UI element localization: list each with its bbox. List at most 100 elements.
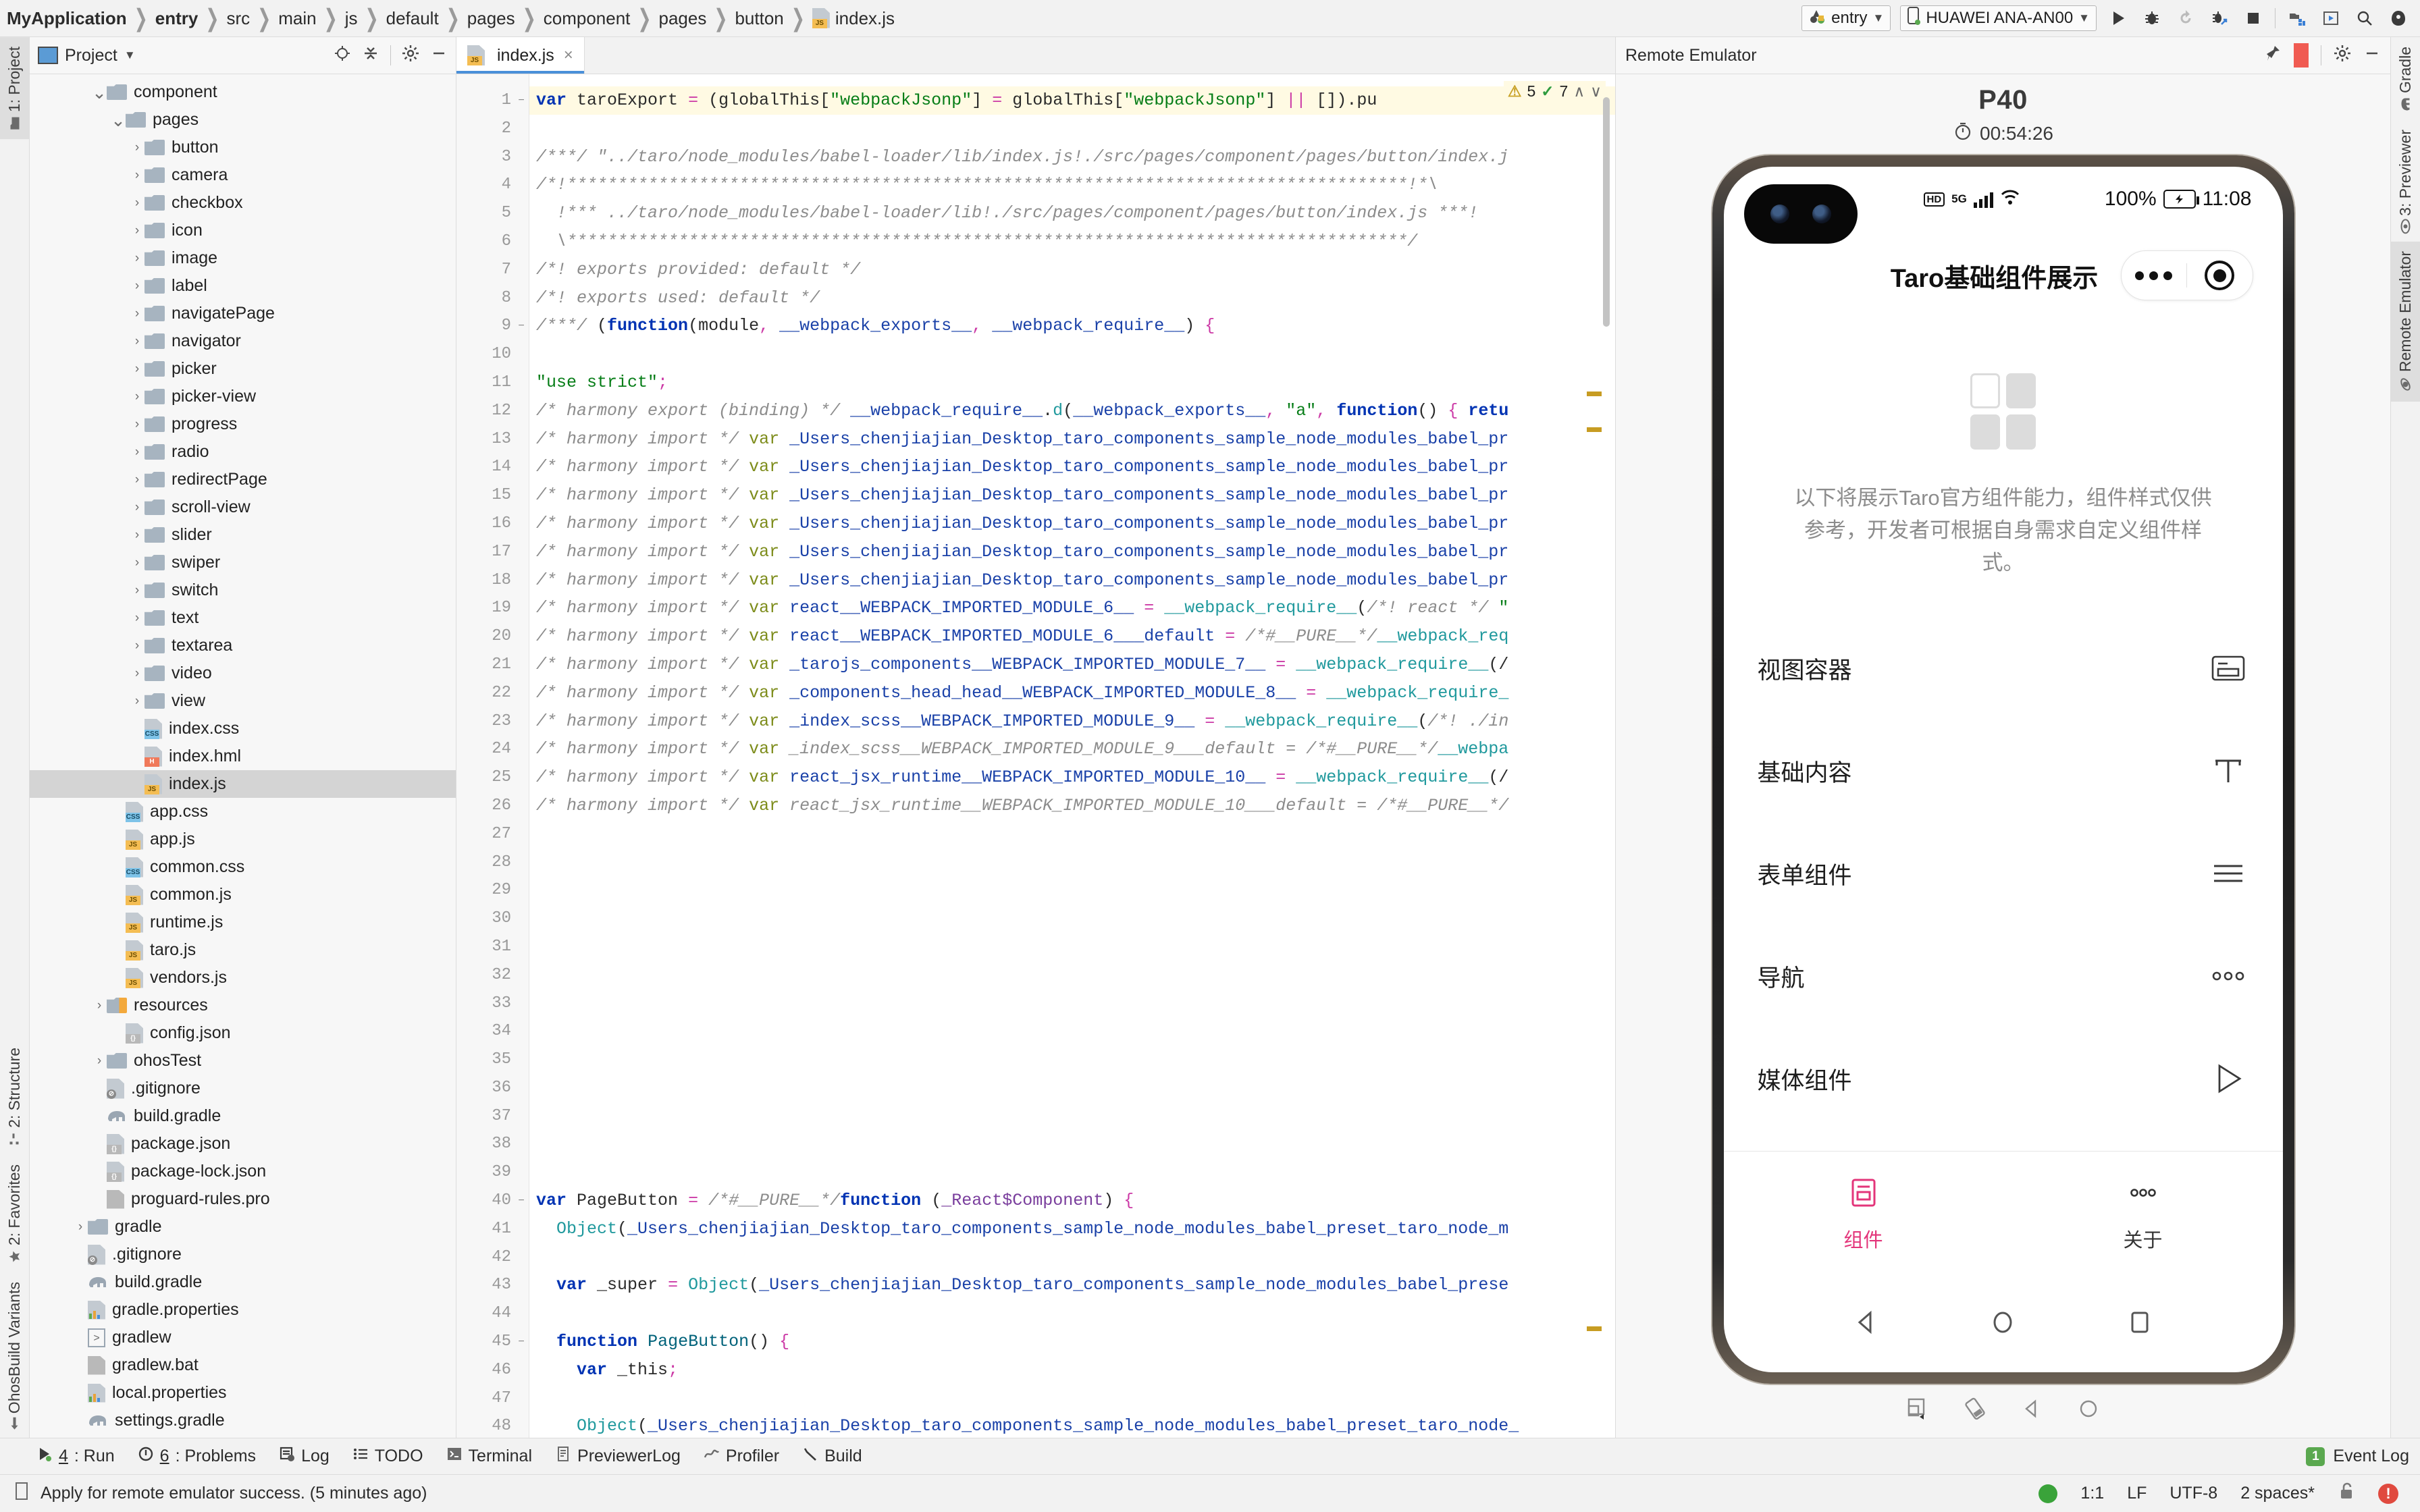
previewer-icon[interactable] <box>2319 6 2343 30</box>
tree-node[interactable]: ›{}config.json <box>30 1019 456 1047</box>
profile-icon[interactable] <box>2386 6 2411 30</box>
breadcrumb-item[interactable]: pages <box>658 8 708 29</box>
chevron-right-icon[interactable]: › <box>130 168 144 183</box>
breadcrumb-item[interactable]: entry <box>154 8 200 29</box>
tree-node[interactable]: ›build.gradle <box>30 1102 456 1130</box>
bottom-tool-previewerlog[interactable]: PreviewerLog <box>555 1446 681 1467</box>
prev-problem-icon[interactable]: ∧ <box>1573 82 1585 101</box>
bottom-tool-todo[interactable]: TODO <box>352 1446 423 1467</box>
list-item[interactable]: 视图容器 <box>1724 617 2283 720</box>
chevron-right-icon[interactable]: › <box>130 306 144 321</box>
tree-node[interactable]: ›checkbox <box>30 189 456 217</box>
chevron-right-icon[interactable]: › <box>130 389 144 404</box>
fold-toggle-icon[interactable]: − <box>515 1336 527 1348</box>
tree-node[interactable]: ›picker <box>30 355 456 383</box>
tree-node[interactable]: ›⊘.gitignore <box>30 1241 456 1268</box>
tree-node[interactable]: ›swiper <box>30 549 456 576</box>
inspection-widget[interactable]: ⚠ 5 ✓ 7 ∧ ∨ <box>1504 81 1606 102</box>
sidebar-item-project[interactable]: 1: Project <box>0 37 29 139</box>
home-icon[interactable] <box>2074 1394 2103 1428</box>
gear-icon[interactable] <box>2334 45 2351 67</box>
tree-node[interactable]: ›camera <box>30 161 456 189</box>
tree-node[interactable]: ›button <box>30 134 456 161</box>
tree-node[interactable]: ›resources <box>30 992 456 1019</box>
list-item[interactable]: 媒体组件 <box>1724 1027 2283 1130</box>
tree-node[interactable]: ›gradle <box>30 1213 456 1241</box>
chevron-right-icon[interactable]: › <box>130 196 144 211</box>
tab-about[interactable]: 关于 <box>2003 1152 2283 1276</box>
error-icon[interactable]: ! <box>2378 1484 2398 1504</box>
collapse-all-icon[interactable] <box>362 45 379 67</box>
breadcrumb-item[interactable]: pages <box>466 8 517 29</box>
close-button[interactable] <box>2187 261 2252 290</box>
device-selector[interactable]: HUAWEI ANA-AN00 ▼ <box>1900 5 2097 31</box>
tree-node[interactable]: ›CSSapp.css <box>30 798 456 826</box>
sidebar-item-ohosbuild-variants[interactable]: OhosBuild Variants <box>0 1272 29 1438</box>
list-item[interactable]: 导航 <box>1724 925 2283 1027</box>
tree-node[interactable]: ›radio <box>30 438 456 466</box>
tree-node[interactable]: ›slider <box>30 521 456 549</box>
home-icon[interactable] <box>1987 1306 2019 1343</box>
app-tab-bar[interactable]: 组件关于 <box>1724 1151 2283 1276</box>
breadcrumb-item[interactable]: js <box>344 8 359 29</box>
chevron-right-icon[interactable]: › <box>130 334 144 349</box>
tree-node[interactable]: ›switch <box>30 576 456 604</box>
chevron-right-icon[interactable]: › <box>130 528 144 543</box>
sidebar-item-remote-emulator[interactable]: Remote Emulator <box>2391 242 2420 402</box>
chevron-right-icon[interactable]: › <box>130 279 144 294</box>
tree-node[interactable]: ›JSruntime.js <box>30 909 456 936</box>
chevron-right-icon[interactable]: › <box>130 223 144 238</box>
tree-node[interactable]: ⌄component <box>30 78 456 106</box>
sidebar-item-previewer[interactable]: 3: Previewer <box>2391 120 2420 242</box>
list-item[interactable]: 表单组件 <box>1724 822 2283 925</box>
back-icon[interactable] <box>1850 1306 1883 1343</box>
tree-node[interactable]: ›proguard-rules.pro <box>30 1185 456 1213</box>
fold-toggle-icon[interactable]: − <box>515 320 527 332</box>
tree-node[interactable]: ›navigatePage <box>30 300 456 327</box>
breadcrumb-item[interactable]: button <box>733 8 785 29</box>
chevron-down-icon[interactable]: ⌄ <box>111 117 126 124</box>
chevron-right-icon[interactable]: › <box>130 639 144 653</box>
bottom-tool-problems[interactable]: 6: Problems <box>138 1446 256 1467</box>
stop-icon[interactable] <box>2241 6 2265 30</box>
chevron-down-icon[interactable]: ⌄ <box>92 89 107 96</box>
file-encoding[interactable]: UTF-8 <box>2169 1484 2217 1503</box>
tree-node[interactable]: ›video <box>30 659 456 687</box>
line-separator[interactable]: LF <box>2127 1484 2147 1503</box>
chevron-right-icon[interactable]: › <box>130 583 144 598</box>
breadcrumb-item[interactable]: default <box>385 8 440 29</box>
tree-node[interactable]: ›text <box>30 604 456 632</box>
close-icon[interactable]: × <box>564 46 573 65</box>
tree-node[interactable]: ›local.properties <box>30 1379 456 1407</box>
chevron-right-icon[interactable]: › <box>130 500 144 515</box>
tree-node[interactable]: ›JSapp.js <box>30 826 456 853</box>
sidebar-item-favorites[interactable]: 2: Favorites <box>0 1155 29 1272</box>
bottom-tool-run[interactable]: 4: Run <box>36 1446 115 1467</box>
stop-icon[interactable] <box>2294 43 2309 68</box>
project-tree[interactable]: ⌄component⌄pages›button›camera›checkbox›… <box>30 74 456 1438</box>
next-problem-icon[interactable]: ∨ <box>1590 82 1602 101</box>
bottom-tool-profiler[interactable]: Profiler <box>704 1446 779 1467</box>
fold-toggle-icon[interactable]: − <box>515 1195 527 1207</box>
tree-node[interactable]: ›CSSindex.css <box>30 715 456 742</box>
chevron-right-icon[interactable]: › <box>130 473 144 487</box>
chevron-down-icon[interactable]: ▼ <box>124 49 136 62</box>
chevron-right-icon[interactable]: › <box>130 251 144 266</box>
tree-node[interactable]: ⌄pages <box>30 106 456 134</box>
rerun-icon[interactable] <box>2174 6 2198 30</box>
list-item[interactable]: 基础内容 <box>1724 720 2283 822</box>
minimize-icon[interactable] <box>430 45 448 67</box>
phone-screen[interactable]: HD 5G 100% <box>1724 167 2283 1372</box>
back-icon[interactable] <box>2017 1394 2047 1428</box>
chevron-right-icon[interactable]: › <box>130 140 144 155</box>
search-icon[interactable] <box>2352 6 2377 30</box>
chevron-right-icon[interactable]: › <box>130 445 144 460</box>
recents-icon[interactable] <box>2124 1306 2156 1343</box>
debug-icon[interactable] <box>2140 6 2164 30</box>
tree-node[interactable]: ›JStaro.js <box>30 936 456 964</box>
tree-node[interactable]: ›picker-view <box>30 383 456 410</box>
tab-index-js[interactable]: JS index.js × <box>456 37 585 74</box>
tree-node[interactable]: ›{}package-lock.json <box>30 1158 456 1185</box>
chevron-right-icon[interactable]: › <box>92 998 107 1013</box>
chevron-right-icon[interactable]: › <box>130 417 144 432</box>
